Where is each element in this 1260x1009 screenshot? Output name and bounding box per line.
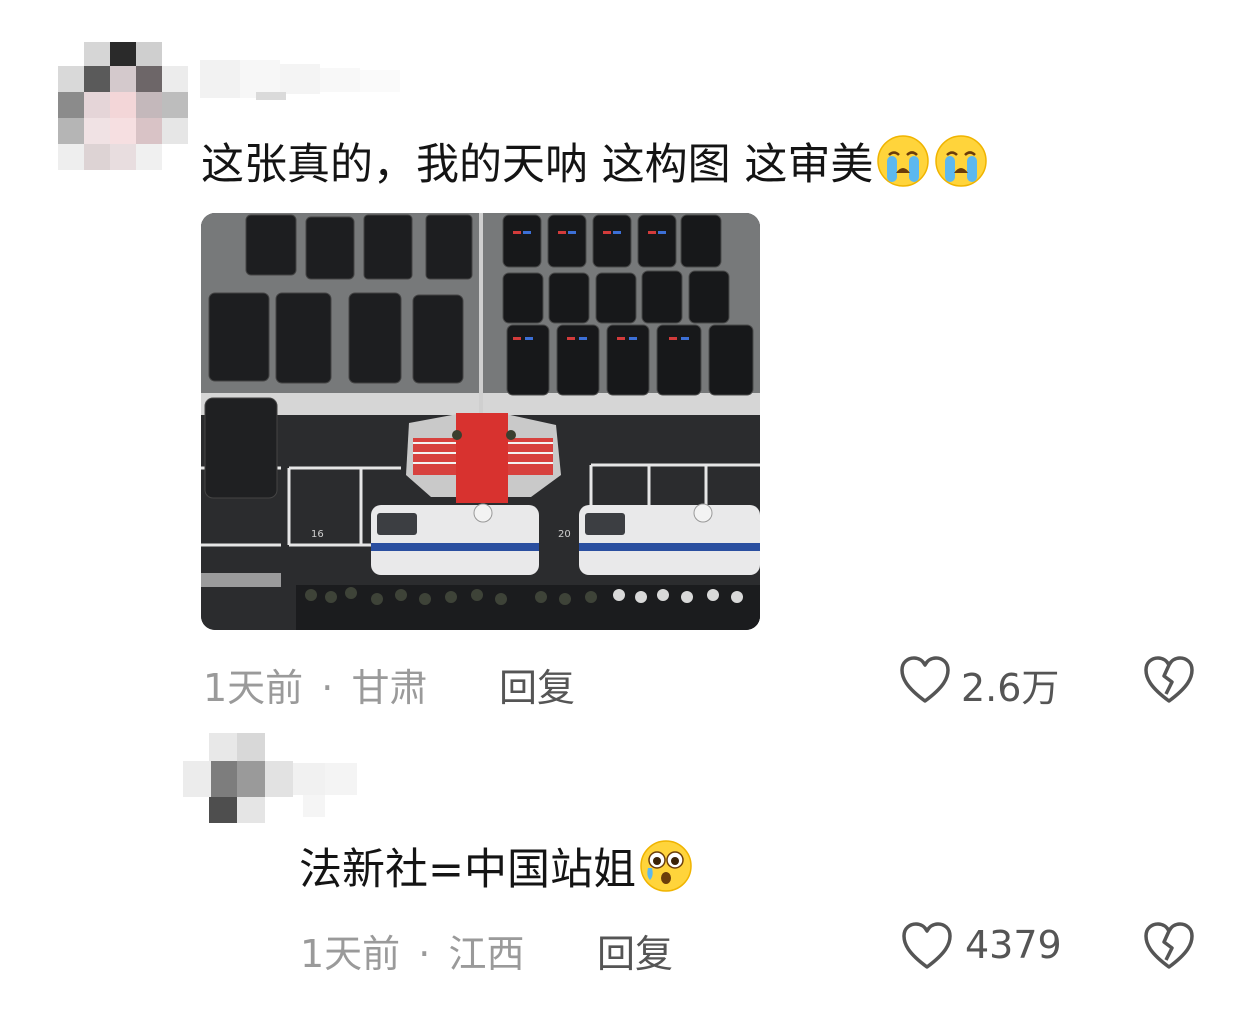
comment-main-meta: 1天前 · 甘肃 [203,657,427,712]
broken-heart-icon[interactable] [1142,654,1196,710]
spot-number-16: 16 [311,529,324,540]
comment-reply-text: 法新社=中国站姐 [299,838,694,896]
comment-reply-reply-button[interactable]: 回复 [597,923,673,978]
avatar-main[interactable] [52,42,188,178]
comment-reply-like-count: 4379 [965,923,1062,967]
heart-outline-icon[interactable] [898,654,952,710]
flushed-teary-face-icon [638,838,694,894]
comment-main-reply-button[interactable]: 回复 [499,657,575,712]
comment-main-location: 甘肃 [351,666,428,710]
comment-photo[interactable]: 16 20 [201,213,760,630]
comment-main-text: 这张真的，我的天呐 这构图 这审美 [201,133,989,191]
comment-main-time: 1天前 [203,666,304,710]
heart-outline-icon[interactable] [900,920,954,976]
comment-main-like-count: 2.6万 [961,666,1060,710]
comment-reply-location: 江西 [448,932,525,976]
comment-reply-body: 法新社=中国站姐 [299,845,637,895]
meta-separator: · [321,666,334,710]
spot-number-20: 20 [558,529,571,540]
comment-reply-meta: 1天前 · 江西 [300,923,524,978]
avatar-reply[interactable] [183,733,373,825]
meta-separator: · [418,932,431,976]
crying-face-icon-2 [933,133,989,189]
comment-reply-time: 1天前 [300,932,401,976]
crying-face-icon [875,133,931,189]
comment-main-body: 这张真的，我的天呐 这构图 这审美 [201,140,874,190]
username-blurred[interactable] [200,54,430,104]
broken-heart-icon[interactable] [1142,920,1196,976]
